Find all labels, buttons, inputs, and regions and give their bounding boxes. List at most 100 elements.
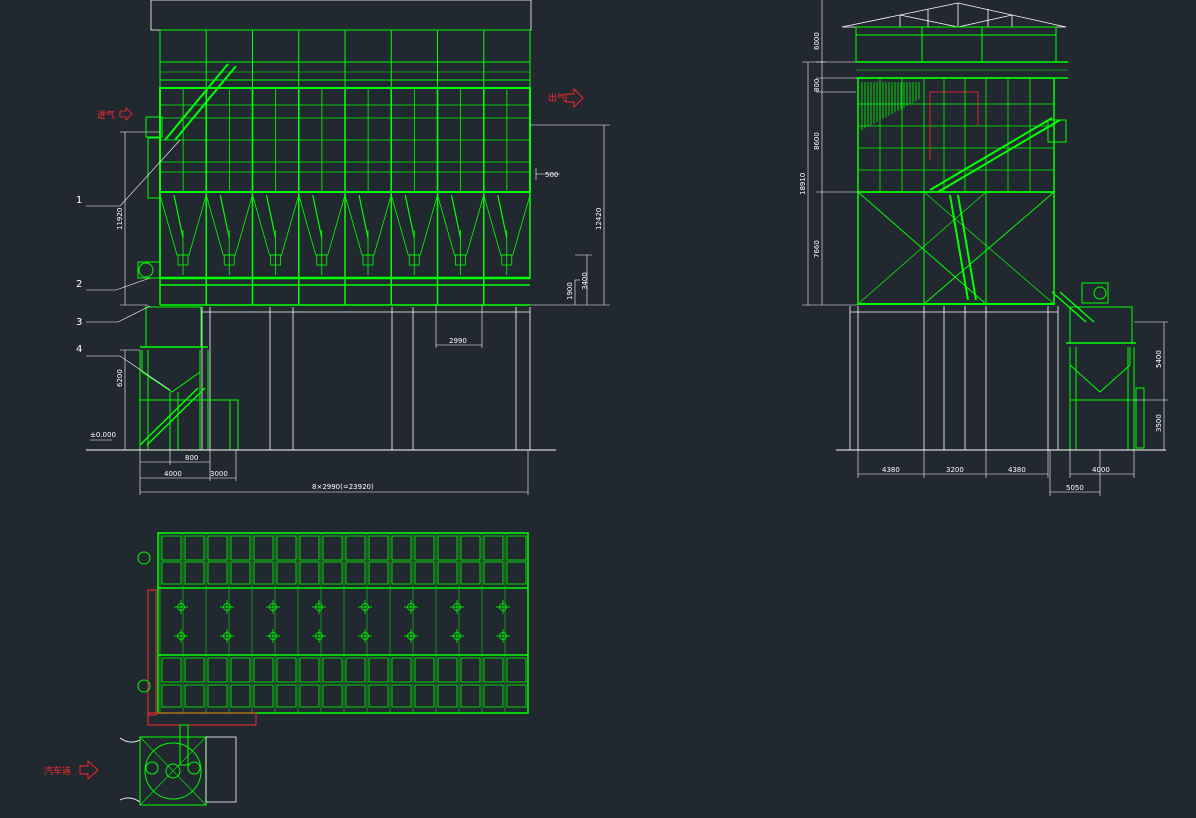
filter-cell [161, 561, 182, 585]
filter-cell [368, 684, 389, 708]
dim-7660: 7660 [813, 240, 821, 258]
filter-cell [184, 535, 205, 561]
filter-cell [230, 561, 251, 585]
filter-cell [322, 561, 343, 585]
filter-cell [253, 535, 274, 561]
dim-3400: 3400 [581, 272, 589, 290]
filter-cell [253, 561, 274, 585]
filter-cell [483, 684, 504, 708]
front-elevation [86, 0, 556, 451]
dim-3200: 3200 [946, 466, 964, 474]
hopper-brace [404, 194, 415, 239]
filter-cell [345, 561, 366, 585]
hopper-brace [497, 194, 508, 239]
filter-cell [230, 684, 251, 708]
filter-cell [207, 561, 228, 585]
filter-cell [483, 657, 504, 683]
filter-cell [414, 684, 435, 708]
hopper-brace [358, 194, 369, 239]
filter-cell [460, 535, 481, 561]
filter-cell [437, 535, 458, 561]
filter-cell [345, 535, 366, 561]
filter-cell [506, 561, 527, 585]
filter-cell [460, 684, 481, 708]
hopper-brace [173, 194, 184, 239]
filter-cell [276, 535, 297, 561]
filter-cell [368, 657, 389, 683]
callout-4: 4 [76, 344, 82, 355]
filter-cell [322, 657, 343, 683]
filter-cell [184, 684, 205, 708]
dim-11920: 11920 [116, 208, 124, 230]
dim-800-side: 800 [813, 79, 821, 92]
filter-cell [276, 561, 297, 585]
filter-cell [276, 684, 297, 708]
filter-cell [460, 561, 481, 585]
filter-cell [299, 535, 320, 561]
dim-800: 800 [185, 454, 198, 462]
filter-cell [483, 535, 504, 561]
dim-8600: 8600 [813, 132, 821, 150]
front-callout-leaders [86, 139, 181, 391]
filter-cell [391, 535, 412, 561]
filter-cell [207, 657, 228, 683]
filter-cell [276, 657, 297, 683]
filter-cell [253, 657, 274, 683]
filter-cell [230, 657, 251, 683]
dim-1900: 1900 [566, 282, 574, 300]
filter-cell [161, 535, 182, 561]
ground-level: ±0.000 [90, 431, 116, 439]
road-label: 汽车道 [44, 765, 71, 777]
dim-4000: 4000 [164, 470, 182, 478]
dim-3500: 3500 [1155, 414, 1163, 432]
hopper-brace [312, 194, 323, 239]
filter-cell [506, 684, 527, 708]
filter-cell [345, 684, 366, 708]
dim-12420: 12420 [595, 208, 603, 230]
filter-cell [414, 561, 435, 585]
filter-cell [253, 684, 274, 708]
front-dimensions [90, 124, 610, 495]
dim-6000: 6000 [813, 32, 821, 50]
road-arrow-icon [79, 759, 99, 781]
filter-cell [161, 684, 182, 708]
dim-5400: 5400 [1155, 350, 1163, 368]
filter-cell [345, 657, 366, 683]
filter-cell [368, 535, 389, 561]
hopper-brace [450, 194, 462, 239]
filter-cell [460, 657, 481, 683]
hopper-brace [265, 194, 277, 239]
filter-cell [437, 561, 458, 585]
filter-cell [322, 684, 343, 708]
air-in-label: 进气 [97, 109, 115, 121]
filter-cell [299, 657, 320, 683]
dim-2990: 2990 [449, 337, 467, 345]
hopper-brace [219, 194, 230, 239]
filter-cell [368, 561, 389, 585]
filter-cell [391, 657, 412, 683]
air-in-arrow-icon [119, 107, 133, 121]
filter-cell [299, 684, 320, 708]
plan-view [119, 532, 529, 806]
filter-cell [207, 535, 228, 561]
filter-cell [437, 684, 458, 708]
filter-cell [391, 561, 412, 585]
dim-4380b: 4380 [1008, 466, 1026, 474]
filter-cell [184, 561, 205, 585]
callout-3: 3 [76, 317, 82, 328]
filter-cell [184, 657, 205, 683]
filter-cell [506, 657, 527, 683]
filter-cell [322, 535, 343, 561]
filter-cell [483, 561, 504, 585]
dim-total: 8×2990(=23920) [312, 483, 374, 491]
filter-cell [414, 657, 435, 683]
air-out-label: 出气 [548, 92, 566, 104]
dim-3000: 3000 [210, 470, 228, 478]
air-out-arrow-icon [565, 87, 584, 109]
dim-500: 500 [545, 171, 558, 179]
dim-5050: 5050 [1066, 484, 1084, 492]
side-dimensions [802, 0, 1168, 496]
filter-cell [230, 535, 251, 561]
dim-6200: 6200 [116, 369, 124, 387]
filter-cell [207, 684, 228, 708]
